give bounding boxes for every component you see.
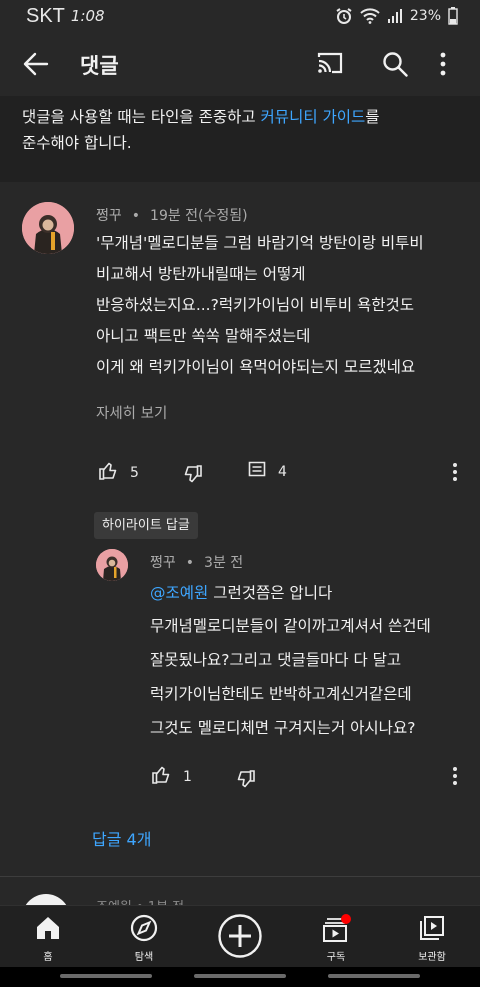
comment-divider	[0, 876, 480, 877]
page-title: 댓글	[80, 54, 119, 78]
meta-separator: •	[131, 208, 141, 224]
reply-time: 3분 전	[204, 555, 244, 571]
gesture-hint-center	[194, 974, 286, 978]
carrier-name: SKT	[26, 4, 65, 27]
reply-line: @조예원 그런것쯤은 압니다	[150, 578, 431, 609]
reply-line-text: 그런것쯤은 압니다	[208, 584, 333, 602]
notice-text-suffix: 를	[365, 108, 380, 126]
comment-line: 이게 왜 럭키가이님이 욕먹어야되는지 모르겠네요	[96, 358, 416, 376]
reply-line: 잘못됬나요?그리고 댓글들마다 다 달고	[150, 651, 402, 669]
read-more-link[interactable]: 자세히 보기	[96, 402, 167, 423]
like-button[interactable]: 5	[98, 461, 139, 485]
status-time: 1:08	[70, 7, 105, 25]
reply-icon	[248, 461, 266, 483]
view-replies-link[interactable]: 답글 4개	[92, 826, 151, 850]
bottom-navigation: 홈 탐색 구독 보관함	[0, 905, 480, 967]
comment-more-icon[interactable]	[452, 462, 458, 486]
reply-line: 무개념멜로디분들이 같이까고계셔서 쓴건데	[150, 617, 431, 635]
home-icon	[0, 914, 96, 942]
reply-line: 그것도 멜로디체면 구겨지는거 아시나요?	[150, 719, 416, 737]
search-icon[interactable]	[382, 51, 408, 81]
reply-button[interactable]: 4	[248, 461, 287, 483]
explore-icon	[96, 914, 192, 942]
community-notice: 댓글을 사용할 때는 타인을 존중하고 커뮤니티 가이드를 준수해야 합니다.	[0, 96, 480, 182]
comment-body: '무개념'멜로디분들 그럼 바람기억 방탄이랑 비투비 비교해서 방탄까내릴때는…	[96, 228, 424, 383]
nav-create[interactable]	[192, 906, 288, 968]
subscriptions-icon	[288, 914, 384, 944]
reply-count: 4	[278, 464, 287, 480]
comment-line: 반응하셨는지요...?럭키가이님이 비투비 욕한것도	[96, 296, 415, 314]
library-icon	[384, 914, 480, 942]
nav-subscriptions[interactable]: 구독	[288, 906, 384, 968]
like-count: 5	[130, 465, 139, 481]
avatar[interactable]	[22, 202, 74, 254]
nav-subscriptions-label: 구독	[326, 952, 346, 963]
comment-meta: 쩡꾸 • 19분 전(수정됨)	[96, 205, 248, 225]
more-options-icon[interactable]	[440, 52, 446, 80]
meta-separator: •	[185, 555, 195, 571]
nav-home[interactable]: 홈	[0, 906, 96, 968]
reply-like-count: 1	[183, 769, 192, 785]
thumbs-down-icon[interactable]	[183, 464, 203, 488]
notice-text: 댓글을 사용할 때는 타인을 존중하고	[22, 108, 261, 126]
community-guidelines-link[interactable]: 커뮤니티 가이드	[261, 108, 366, 126]
nav-library[interactable]: 보관함	[384, 906, 480, 968]
reply-like-button[interactable]: 1	[151, 765, 192, 789]
thumbs-down-icon[interactable]	[236, 769, 256, 793]
cast-icon[interactable]	[316, 51, 344, 79]
notice-line-1: 댓글을 사용할 때는 타인을 존중하고 커뮤니티 가이드를	[22, 104, 460, 130]
signal-icon	[387, 8, 403, 24]
gesture-hint-right	[328, 974, 420, 978]
thumbs-up-icon	[151, 765, 171, 789]
comment-line: 비교해서 방탄까내릴때는 어떻게	[96, 265, 306, 283]
add-icon	[192, 913, 288, 959]
gesture-hint-left	[60, 974, 152, 978]
highlighted-reply-badge: 하이라이트 답글	[94, 512, 198, 539]
back-arrow-icon[interactable]	[22, 50, 50, 82]
mention-link[interactable]: @조예원	[150, 584, 208, 602]
reply-author[interactable]: 쩡꾸	[150, 555, 176, 571]
notice-line-2: 준수해야 합니다.	[22, 134, 132, 152]
reply-meta: 쩡꾸 • 3분 전	[150, 552, 243, 572]
reply-more-icon[interactable]	[452, 766, 458, 790]
comment-author[interactable]: 쩡꾸	[96, 208, 122, 224]
status-icons: 23%	[335, 7, 458, 25]
alarm-icon	[335, 7, 353, 25]
status-bar: SKT 1:08 23%	[0, 0, 480, 32]
reply-avatar[interactable]	[96, 549, 128, 581]
battery-percent: 23%	[409, 8, 441, 24]
nav-library-label: 보관함	[418, 952, 446, 963]
reply-body: @조예원 그런것쯤은 압니다 무개념멜로디분들이 같이까고계셔서 쓴건데 잘못됬…	[150, 578, 431, 745]
nav-explore[interactable]: 탐색	[96, 906, 192, 968]
nav-home-label: 홈	[43, 952, 53, 963]
thumbs-up-icon	[98, 461, 118, 485]
comment-line: '무개념'멜로디분들 그럼 바람기억 방탄이랑 비투비	[96, 234, 424, 252]
reply-line: 럭키가이님한테도 반박하고계신거같은데	[150, 685, 412, 703]
comment-line: 아니고 팩트만 쏙쏙 말해주셨는데	[96, 327, 311, 345]
nav-explore-label: 탐색	[134, 952, 154, 963]
battery-icon	[448, 7, 458, 25]
wifi-icon	[360, 8, 380, 24]
app-bar: 댓글	[0, 32, 480, 96]
gesture-bar	[0, 967, 480, 987]
comment-time: 19분 전(수정됨)	[150, 208, 248, 224]
